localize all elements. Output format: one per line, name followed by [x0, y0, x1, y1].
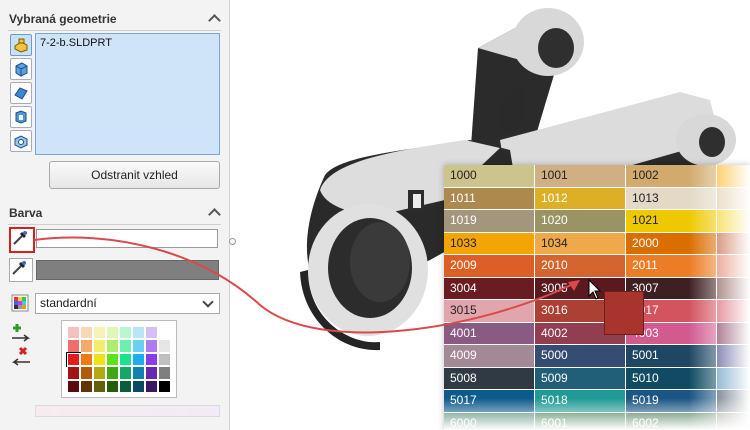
mouse-cursor-icon	[588, 278, 602, 300]
callout-overlay	[33, 236, 602, 334]
callout-arrow	[33, 236, 576, 334]
